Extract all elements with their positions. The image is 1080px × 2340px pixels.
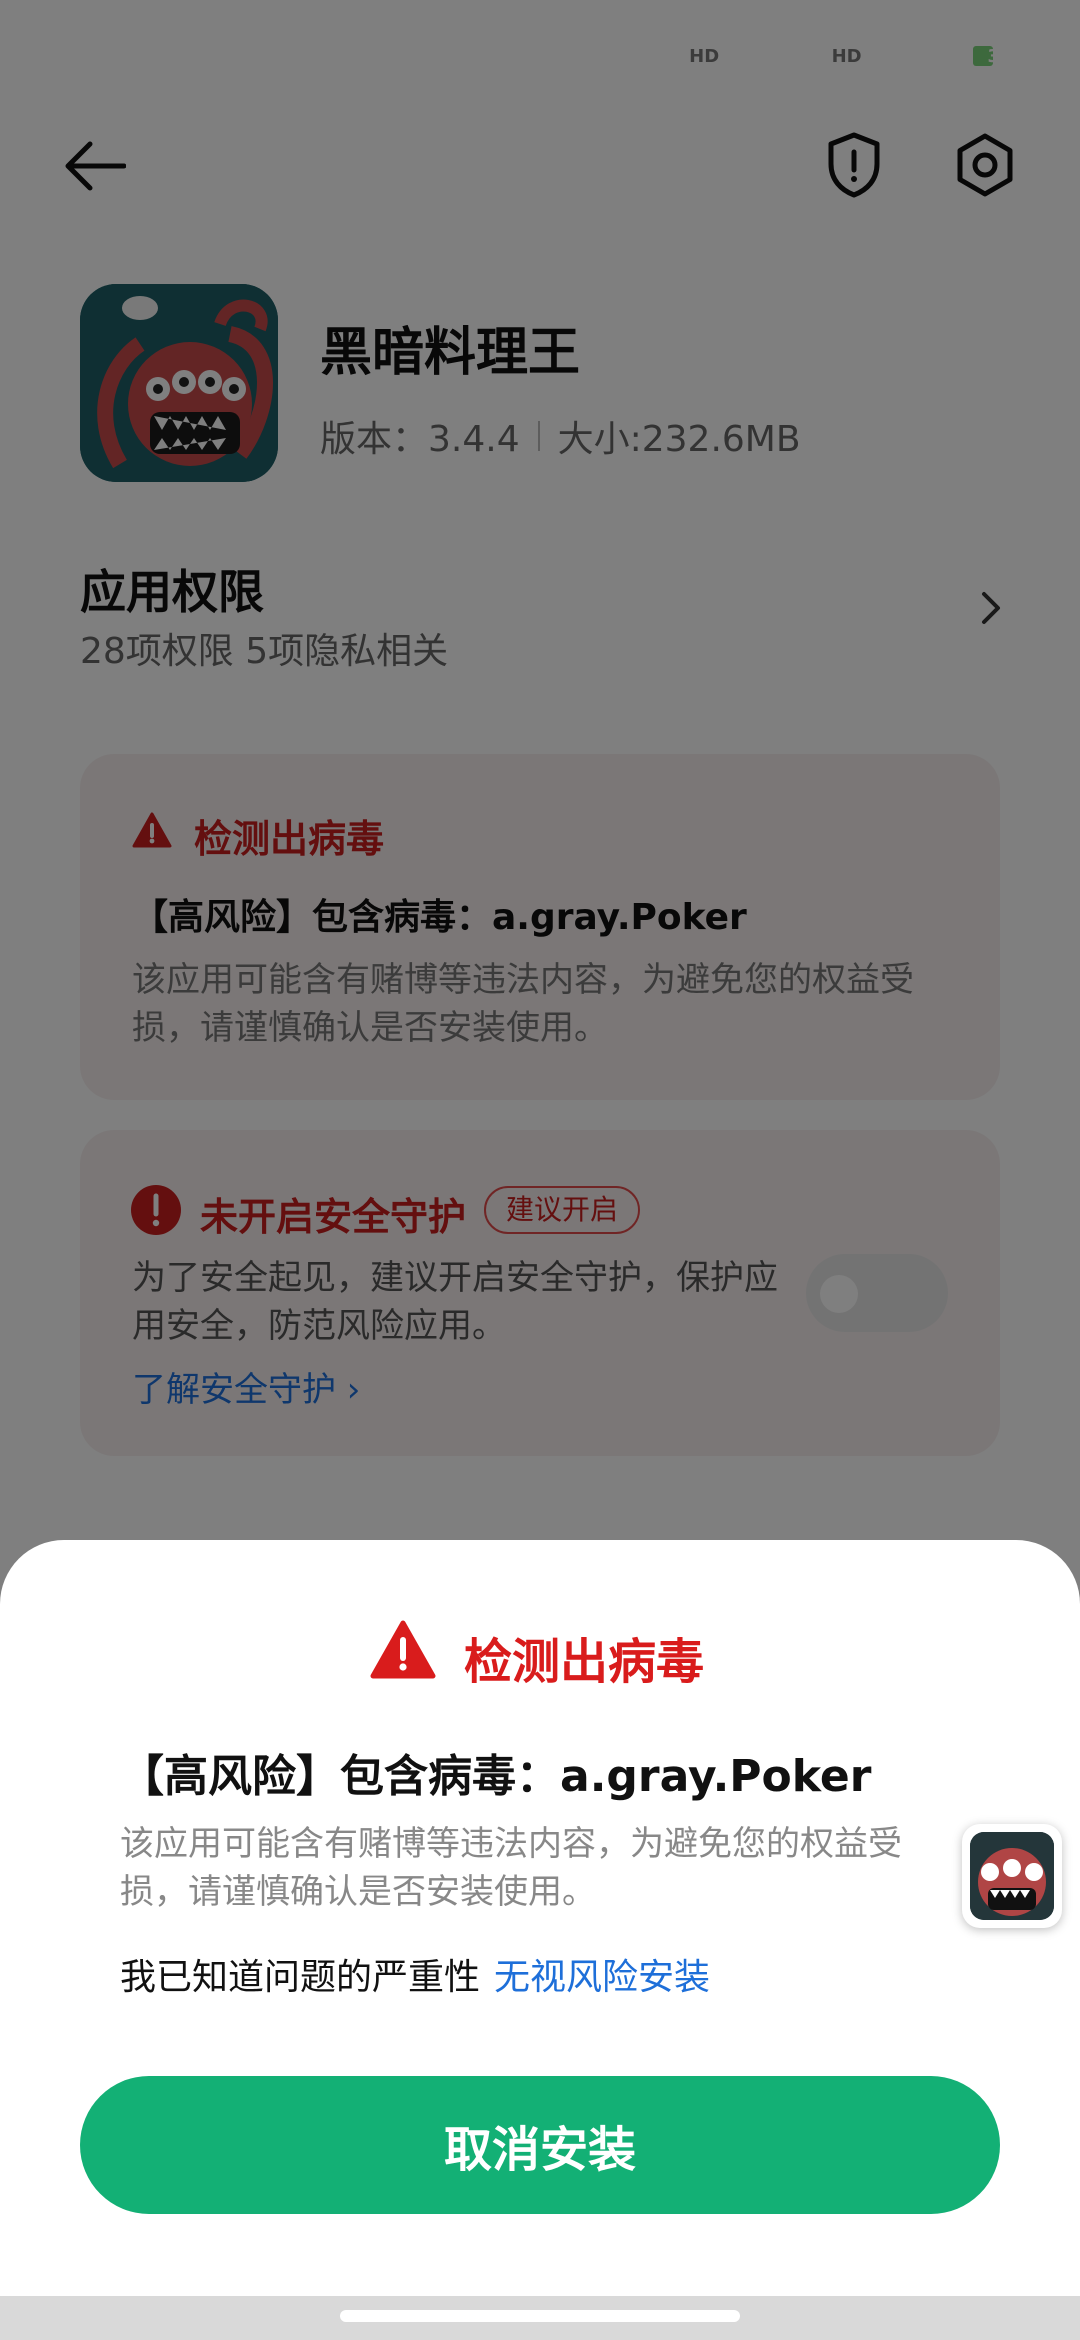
floating-app-thumbnail[interactable] — [962, 1824, 1062, 1928]
sheet-acknowledge-row: 我已知道问题的严重性 无视风险安装 — [120, 1948, 710, 2000]
acknowledge-text: 我已知道问题的严重性 — [120, 1957, 481, 1998]
sheet-description: 该应用可能含有赌博等违法内容，为避免您的权益受损，请谨慎确认是否安装使用。 — [120, 1824, 902, 1912]
ignore-risk-install-link[interactable]: 无视风险安装 — [494, 1948, 710, 2000]
octopus-monster-icon — [970, 1832, 1054, 1920]
home-indicator[interactable] — [340, 2310, 740, 2322]
warning-triangle-icon — [370, 1620, 436, 1679]
sheet-title: 检测出病毒 — [464, 1634, 705, 1690]
cancel-install-button[interactable]: 取消安装 — [80, 2076, 1000, 2214]
sheet-risk: 【高风险】包含病毒：a.gray.Poker — [120, 1751, 872, 1802]
